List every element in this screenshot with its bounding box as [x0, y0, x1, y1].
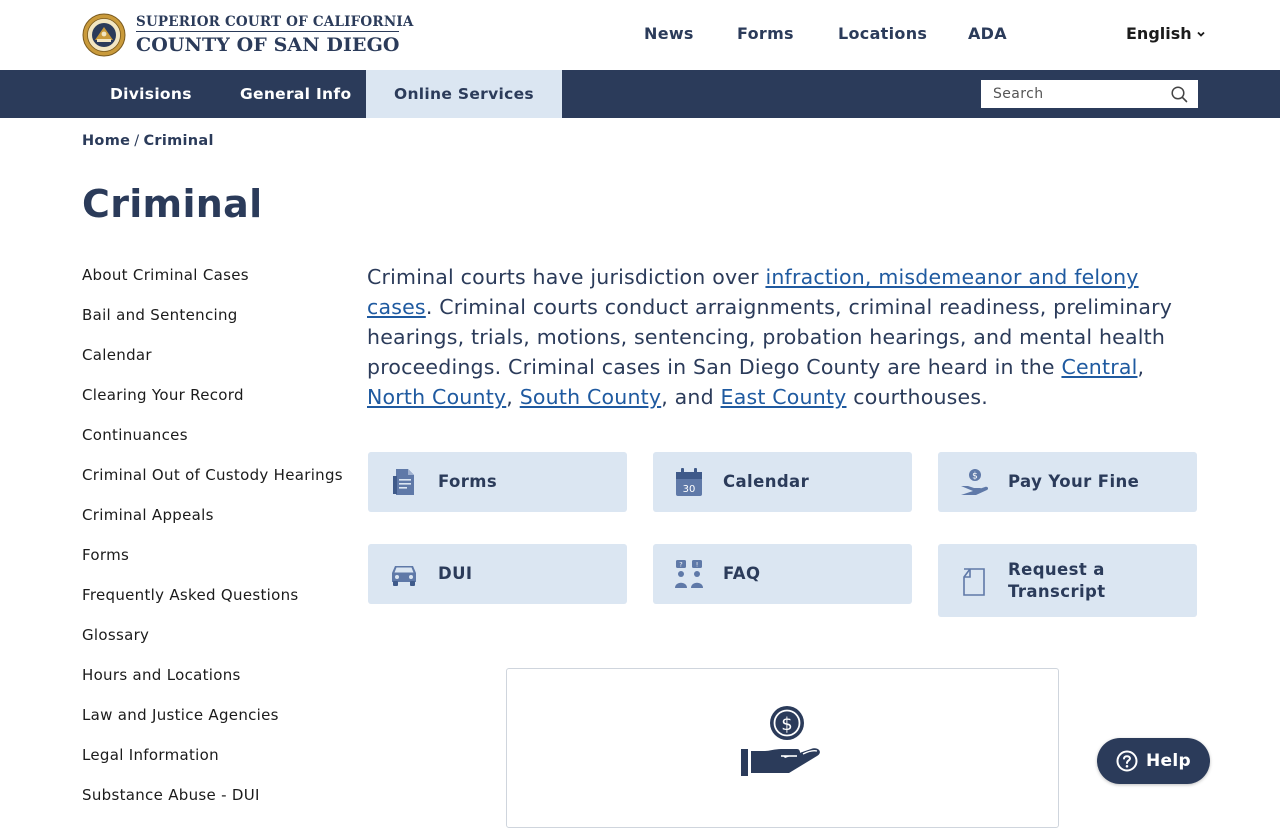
page-title: Criminal	[82, 182, 263, 226]
sidebar-item-about-criminal-cases[interactable]: About Criminal Cases	[82, 266, 249, 284]
svg-text:$: $	[781, 714, 792, 735]
nav-online-services[interactable]: Online Services	[366, 70, 562, 118]
hand-dollar-coin-icon: $	[741, 706, 820, 776]
link-north-county[interactable]: North County	[367, 385, 506, 409]
svg-text:$: $	[972, 472, 978, 482]
sidebar-item-faq[interactable]: Frequently Asked Questions	[82, 586, 299, 604]
sidebar-item-hours-and-locations[interactable]: Hours and Locations	[82, 666, 241, 684]
sidebar-item-continuances[interactable]: Continuances	[82, 426, 188, 444]
intro-text-4: ,	[506, 385, 520, 409]
tile-forms-label: Forms	[438, 472, 498, 491]
logo-wordmark: SUPERIOR COURT OF CALIFORNIA COUNTY OF S…	[136, 14, 414, 56]
intro-text-5: , and	[661, 385, 721, 409]
tile-request-transcript[interactable]: Request a Transcript	[938, 544, 1197, 617]
pay-fine-card[interactable]: $	[506, 668, 1059, 828]
top-link-locations[interactable]: Locations	[838, 24, 927, 43]
sidebar-item-forms[interactable]: Forms	[82, 546, 129, 564]
sidebar-item-out-of-custody-hearings[interactable]: Criminal Out of Custody Hearings	[82, 466, 343, 484]
car-icon	[392, 566, 416, 586]
top-link-ada[interactable]: ADA	[968, 24, 1007, 43]
forms-document-icon	[393, 469, 414, 495]
tile-faq[interactable]: ? ! FAQ	[653, 544, 912, 604]
intro-text-6: courthouses.	[846, 385, 988, 409]
court-seal-icon	[82, 13, 126, 57]
tile-calendar-label: Calendar	[723, 472, 810, 491]
intro-text-1: Criminal courts have jurisdiction over	[367, 265, 766, 289]
site-header: SUPERIOR COURT OF CALIFORNIA COUNTY OF S…	[0, 0, 1280, 70]
calendar-icon-day: 30	[683, 484, 696, 495]
faq-people-icon: ? !	[675, 560, 703, 588]
help-button[interactable]: Help	[1097, 738, 1210, 784]
sidebar-item-legal-information[interactable]: Legal Information	[82, 746, 219, 764]
help-label: Help	[1146, 751, 1191, 771]
sidebar-item-bail-and-sentencing[interactable]: Bail and Sentencing	[82, 306, 238, 324]
intro-paragraph: Criminal courts have jurisdiction over i…	[367, 262, 1207, 412]
intro-text-3: ,	[1137, 355, 1145, 379]
nav-general-info[interactable]: General Info	[212, 70, 379, 118]
sidebar-item-calendar[interactable]: Calendar	[82, 346, 152, 364]
tile-faq-label: FAQ	[723, 564, 761, 583]
nav-divisions[interactable]: Divisions	[82, 70, 220, 118]
language-selector[interactable]: English	[1126, 24, 1206, 43]
tile-request-transcript-label: Request a Transcript	[1008, 559, 1106, 601]
tile-dui-label: DUI	[438, 564, 473, 583]
language-label: English	[1126, 24, 1192, 43]
link-east-county[interactable]: East County	[721, 385, 847, 409]
hand-coin-icon: $	[961, 469, 989, 495]
sidebar-item-clearing-your-record[interactable]: Clearing Your Record	[82, 386, 244, 404]
tile-pay-your-fine-label: Pay Your Fine	[1008, 472, 1140, 491]
breadcrumb: Home / Criminal	[82, 133, 214, 149]
sidebar-item-criminal-appeals[interactable]: Criminal Appeals	[82, 506, 214, 524]
sidebar-item-substance-abuse-dui[interactable]: Substance Abuse - DUI	[82, 786, 260, 804]
calendar-icon: 30	[676, 468, 702, 496]
logo-line1: SUPERIOR COURT OF CALIFORNIA	[136, 14, 414, 30]
sidebar-item-glossary[interactable]: Glossary	[82, 626, 149, 644]
tile-pay-your-fine[interactable]: $ Pay Your Fine	[938, 452, 1197, 512]
intro-text-2: . Criminal courts conduct arraignments, …	[367, 295, 1173, 379]
search-box	[981, 80, 1198, 108]
search-icon[interactable]	[1170, 85, 1188, 103]
sidebar-item-law-and-justice-agencies[interactable]: Law and Justice Agencies	[82, 706, 279, 724]
site-logo[interactable]: SUPERIOR COURT OF CALIFORNIA COUNTY OF S…	[82, 12, 414, 58]
tile-calendar[interactable]: 30 Calendar	[653, 452, 912, 512]
svg-text:?: ?	[679, 561, 682, 569]
question-circle-icon	[1116, 750, 1138, 772]
top-link-news[interactable]: News	[644, 24, 694, 43]
chevron-down-icon	[1197, 31, 1205, 37]
link-south-county[interactable]: South County	[520, 385, 662, 409]
logo-line2: COUNTY OF SAN DIEGO	[136, 34, 400, 56]
link-central[interactable]: Central	[1061, 355, 1137, 379]
tile-dui[interactable]: DUI	[368, 544, 627, 604]
logo-divider	[136, 31, 399, 32]
sidebar-menu: About Criminal Cases Bail and Sentencing…	[82, 264, 352, 824]
tile-forms[interactable]: Forms	[368, 452, 627, 512]
top-link-forms[interactable]: Forms	[737, 24, 794, 43]
breadcrumb-current: Criminal	[143, 133, 214, 149]
svg-text:!: !	[696, 561, 699, 569]
breadcrumb-separator: /	[134, 133, 140, 149]
transcript-page-icon	[963, 567, 985, 596]
search-input[interactable]	[981, 80, 1173, 108]
breadcrumb-home[interactable]: Home	[82, 133, 130, 149]
